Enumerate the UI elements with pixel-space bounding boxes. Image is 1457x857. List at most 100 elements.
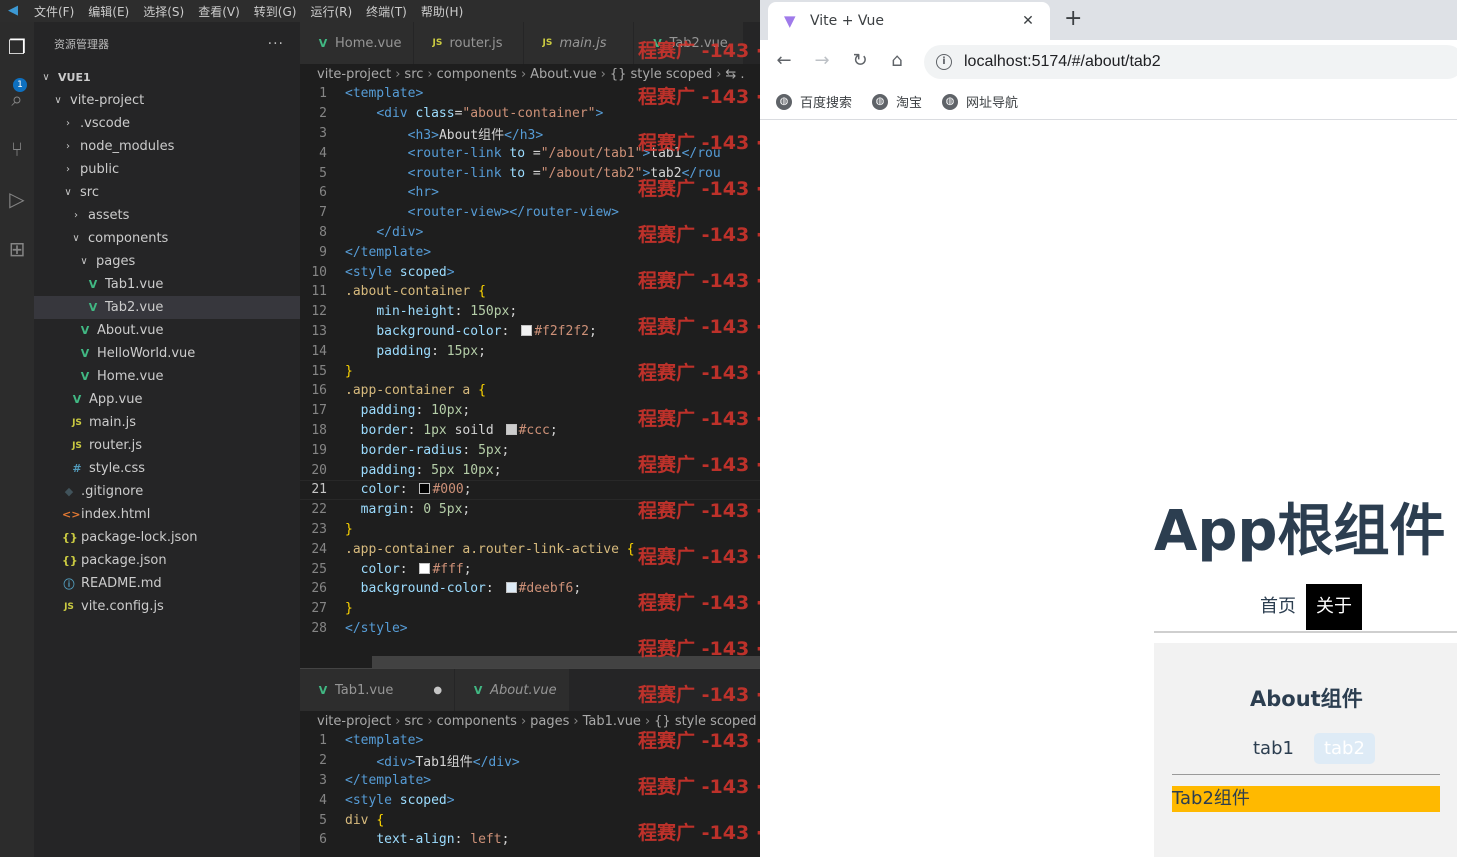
breadcrumb-item[interactable]: ⇆ .: [725, 67, 744, 82]
search-icon[interactable]: ⌕: [4, 86, 30, 112]
tree-item[interactable]: {} package-lock.json: [34, 526, 300, 549]
router-link-tab2[interactable]: tab2: [1313, 733, 1375, 764]
globe-icon: ◍: [872, 93, 889, 110]
more-actions-icon[interactable]: ···: [268, 36, 284, 52]
editor-tab[interactable]: V Tab1.vue ●: [300, 669, 456, 711]
breadcrumb-item[interactable]: vite-project: [317, 67, 391, 82]
line-number: 17: [311, 403, 327, 419]
breadcrumb-item[interactable]: components: [437, 714, 517, 729]
tree-item[interactable]: › public: [34, 158, 300, 181]
tree-item[interactable]: V HelloWorld.vue: [34, 342, 300, 365]
tree-item[interactable]: <> index.html: [34, 503, 300, 526]
line-number: 2: [319, 106, 327, 122]
menu-item-6[interactable]: 终端(T): [366, 3, 407, 20]
menu-item-2[interactable]: 选择(S): [143, 3, 184, 20]
nav-link[interactable]: 首页: [1250, 584, 1306, 630]
code-line: 15}: [300, 361, 760, 381]
breadcrumb-item[interactable]: src: [404, 67, 423, 82]
bookmark-label: 网址导航: [966, 96, 1019, 111]
editor-tab[interactable]: JS router.js: [414, 22, 525, 64]
editor-tab[interactable]: V Tab2.vue: [634, 22, 745, 64]
breadcrumb-item[interactable]: {} style scoped: [654, 714, 756, 729]
tree-item[interactable]: {} package.json: [34, 549, 300, 572]
back-arrow-icon[interactable]: ←: [772, 50, 796, 71]
code-token: 10px: [431, 403, 463, 419]
tree-item-label: package.json: [81, 553, 167, 568]
tree-item[interactable]: ∨ pages: [34, 250, 300, 273]
new-tab-button[interactable]: +: [1064, 6, 1082, 31]
reload-icon[interactable]: ↻: [848, 50, 872, 71]
breadcrumb-bottom: vite-project › src › components › pages › Tab1.v…: [300, 711, 760, 731]
color-swatch[interactable]: [419, 483, 431, 495]
tree-item[interactable]: V Tab1.vue: [34, 273, 300, 296]
breadcrumb-item[interactable]: {} style scoped: [610, 67, 712, 82]
tree-item[interactable]: › .vscode: [34, 112, 300, 135]
menu-item-1[interactable]: 编辑(E): [88, 3, 129, 20]
tree-item[interactable]: V About.vue: [34, 319, 300, 342]
home-icon[interactable]: ⌂: [885, 50, 909, 71]
tree-item[interactable]: ∨ components: [34, 227, 300, 250]
menu-item-4[interactable]: 转到(G): [254, 3, 297, 20]
tree-item[interactable]: V Home.vue: [34, 365, 300, 388]
breadcrumb-item[interactable]: components: [437, 67, 517, 82]
browser-tab[interactable]: ▼ Vite + Vue ✕: [768, 2, 1050, 40]
router-link-tab1[interactable]: tab1: [1243, 733, 1304, 764]
explorer-title: 资源管理器: [54, 38, 109, 51]
breadcrumb-item[interactable]: src: [404, 714, 423, 729]
tree-item[interactable]: V App.vue: [34, 388, 300, 411]
bookmark-item[interactable]: ◍ 网址导航: [942, 92, 1018, 111]
site-info-icon[interactable]: i: [936, 54, 952, 70]
tree-item[interactable]: ⓘ README.md: [34, 572, 300, 595]
color-swatch[interactable]: [505, 423, 517, 435]
tree-item[interactable]: › node_modules: [34, 135, 300, 158]
tree-item[interactable]: JS main.js: [34, 411, 300, 434]
extensions-icon[interactable]: ⊞: [4, 236, 30, 262]
bookmark-item[interactable]: ◍ 淘宝: [872, 92, 922, 111]
color-swatch[interactable]: [521, 324, 533, 336]
editor-tab[interactable]: V Home.vue: [300, 22, 415, 64]
tree-item[interactable]: JS vite.config.js: [34, 595, 300, 618]
close-tab-icon[interactable]: ✕: [1018, 13, 1038, 29]
run-debug-icon[interactable]: ▷: [4, 186, 30, 212]
tree-item[interactable]: ◆ .gitignore: [34, 480, 300, 503]
url-text[interactable]: localhost:5174/#/about/tab2: [964, 53, 1161, 71]
code-editor-bottom[interactable]: 1 <template> 2 <div>Tab1组件</div> 3 </templat…: [300, 731, 760, 850]
breadcrumb-item[interactable]: vite-project: [317, 714, 391, 729]
breadcrumb-separator-icon: ›: [520, 66, 527, 82]
breadcrumb-item[interactable]: Tab1.vue: [583, 714, 641, 729]
forward-arrow-icon[interactable]: →: [810, 50, 834, 71]
color-swatch[interactable]: [419, 562, 431, 574]
tree-item[interactable]: V Tab2.vue: [34, 296, 300, 319]
menu-item-0[interactable]: 文件(F): [34, 3, 74, 20]
app-nav: 首页 关于: [1250, 584, 1362, 630]
tree-item[interactable]: › assets: [34, 204, 300, 227]
editor-tab[interactable]: V About.vue: [455, 669, 570, 711]
code-token: </style>: [345, 620, 408, 636]
breadcrumb-item[interactable]: pages: [530, 714, 569, 729]
explorer-icon[interactable]: ❐: [4, 34, 30, 60]
menu-item-5[interactable]: 运行(R): [310, 3, 352, 20]
editor-tab[interactable]: JS main.js: [524, 22, 635, 64]
tree-item[interactable]: ∨ vite-project: [34, 89, 300, 112]
menu-item-3[interactable]: 查看(V): [198, 3, 240, 20]
source-control-icon[interactable]: ⑂: [4, 136, 30, 162]
tree-item[interactable]: # style.css: [34, 457, 300, 480]
code-editor-top[interactable]: 1 <template> 2 <div class="about-container…: [300, 84, 760, 638]
horizontal-scrollbar[interactable]: [372, 656, 760, 668]
nav-link[interactable]: 关于: [1306, 584, 1362, 630]
breadcrumb-separator-icon: ›: [427, 66, 433, 82]
address-bar[interactable]: i localhost:5174/#/about/tab2: [924, 45, 1457, 79]
file-type-icon: {}: [62, 554, 78, 567]
tree-item[interactable]: ∨ src: [34, 181, 300, 204]
line-number: 27: [311, 601, 327, 617]
tree-item[interactable]: JS router.js: [34, 434, 300, 457]
color-swatch[interactable]: [505, 582, 517, 594]
breadcrumb-item[interactable]: About.vue: [530, 67, 597, 82]
tree-item[interactable]: ∨ VUE1: [34, 66, 300, 89]
breadcrumb-separator-icon: ›: [427, 713, 433, 729]
bookmark-item[interactable]: ◍ 百度搜索: [776, 92, 852, 111]
menu-item-7[interactable]: 帮助(H): [421, 3, 463, 20]
code-text: .about-container {: [345, 284, 486, 299]
